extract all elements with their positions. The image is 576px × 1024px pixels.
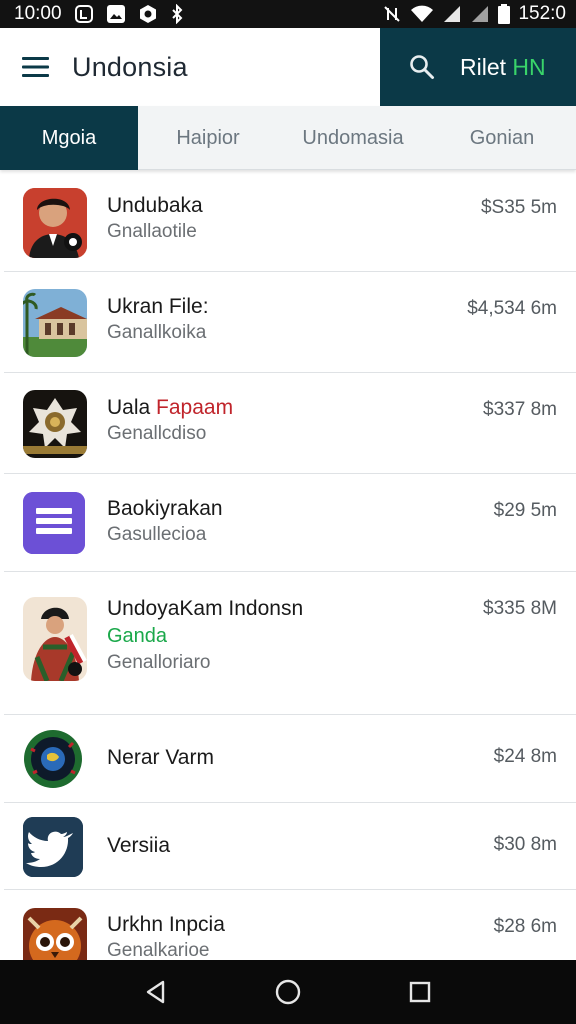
item-price: $337 8m <box>483 399 557 420</box>
notification-icon <box>74 4 94 24</box>
list-item[interactable]: UndoyaKam Indonsn Ganda Genalloriaro $33… <box>4 572 576 715</box>
tab-haipior[interactable]: Haipior <box>138 106 278 170</box>
item-price: $335 8M <box>483 598 557 619</box>
tab-label: Undomasia <box>302 126 404 149</box>
item-name: Uala Fapaam <box>107 395 233 421</box>
item-name-highlight: Fapaam <box>156 396 234 419</box>
list-item[interactable]: Versiia $30 8m <box>4 803 576 890</box>
item-name: Urkhn Inpcia <box>107 913 225 936</box>
back-button[interactable] <box>136 972 176 1012</box>
globe-emblem-icon <box>23 729 83 789</box>
item-name: UndoyaKam Indonsn <box>107 597 304 620</box>
item-tag: Ganda <box>107 625 168 647</box>
signal-icon <box>442 4 462 24</box>
wifi-icon <box>410 4 434 24</box>
item-subtitle: Ganallkoika <box>107 322 207 343</box>
bluetooth-icon <box>170 4 184 24</box>
tab-undomasia[interactable]: Undomasia <box>278 106 428 170</box>
home-button[interactable] <box>268 972 308 1012</box>
tab-label: Mgoia <box>41 126 97 149</box>
tab-mgoia[interactable]: Mgoia <box>0 106 138 170</box>
app-bar: Undonsia Rilet HN <box>0 28 576 106</box>
tab-gonian[interactable]: Gonian <box>428 106 576 170</box>
list-item[interactable]: Baokiyrakan Gasullecioa $29 5m <box>4 474 576 572</box>
emblem-icon <box>23 390 87 458</box>
item-price: $30 8m <box>493 834 557 855</box>
photo-icon <box>106 4 126 24</box>
app-title: Undonsia <box>72 51 188 82</box>
item-price: $24 8m <box>493 746 557 767</box>
item-name: Versiia <box>107 834 171 857</box>
item-price: $29 5m <box>493 500 557 521</box>
item-price: $28 6m <box>493 916 557 937</box>
menu-lines-icon <box>23 492 85 554</box>
list-item[interactable]: Ukran File: Ganallkoika $4,534 6m <box>4 272 576 373</box>
item-name: Ukran File: <box>107 295 209 318</box>
status-bar: 10:00 152:0 <box>0 0 576 28</box>
item-list: Undubaka Gnallaotile $S35 5m Ukran File:… <box>4 171 576 978</box>
traditional-dancer-icon <box>23 597 87 681</box>
home-icon <box>275 979 301 1005</box>
item-subtitle: Genallcdiso <box>107 423 207 444</box>
item-subtitle: Gnallaotile <box>107 221 197 242</box>
account-label-accent: HN <box>512 53 546 80</box>
tab-label: Haipior <box>176 126 240 149</box>
app-bar-actions: Rilet HN <box>380 28 576 106</box>
hamburger-icon <box>22 57 49 77</box>
account-label-main: Rilet <box>460 53 513 80</box>
status-time: 10:00 <box>14 3 62 24</box>
item-name: Baokiyrakan <box>107 497 223 520</box>
bird-icon <box>23 817 83 877</box>
settings-icon <box>138 4 158 24</box>
list-item[interactable]: Uala Fapaam Genallcdiso $337 8m <box>4 373 576 474</box>
item-name-prefix: Uala <box>107 396 157 419</box>
recents-button[interactable] <box>400 972 440 1012</box>
item-price: $S35 5m <box>480 197 557 218</box>
item-subtitle: Gasullecioa <box>107 524 207 545</box>
item-name: Nerar Varm <box>107 746 214 769</box>
portrait-icon <box>23 188 87 258</box>
building-photo-icon <box>23 289 87 357</box>
search-icon <box>410 55 434 79</box>
item-name: Undubaka <box>107 194 203 217</box>
tab-label: Gonian <box>469 126 535 149</box>
list-item[interactable]: Undubaka Gnallaotile $S35 5m <box>4 171 576 272</box>
item-subtitle: Genalloriaro <box>107 652 211 673</box>
recents-icon <box>409 981 431 1003</box>
status-indicator-text: 152:0 <box>518 3 566 24</box>
list-item[interactable]: Urkhn Inpcia Genalkarioe $28 6m <box>4 890 576 978</box>
system-nav-bar <box>0 960 576 1024</box>
signal-icon <box>470 4 490 24</box>
account-label[interactable]: Rilet HN <box>460 54 546 81</box>
battery-icon <box>498 4 511 24</box>
search-button[interactable] <box>406 51 438 83</box>
item-price: $4,534 6m <box>467 298 557 319</box>
category-tabs: Mgoia Haipior Undomasia Gonian <box>0 106 576 170</box>
hamburger-menu-button[interactable] <box>0 28 72 106</box>
back-icon <box>146 980 165 1004</box>
list-item[interactable]: Nerar Varm $24 8m <box>4 715 576 803</box>
nfc-icon <box>382 4 402 24</box>
